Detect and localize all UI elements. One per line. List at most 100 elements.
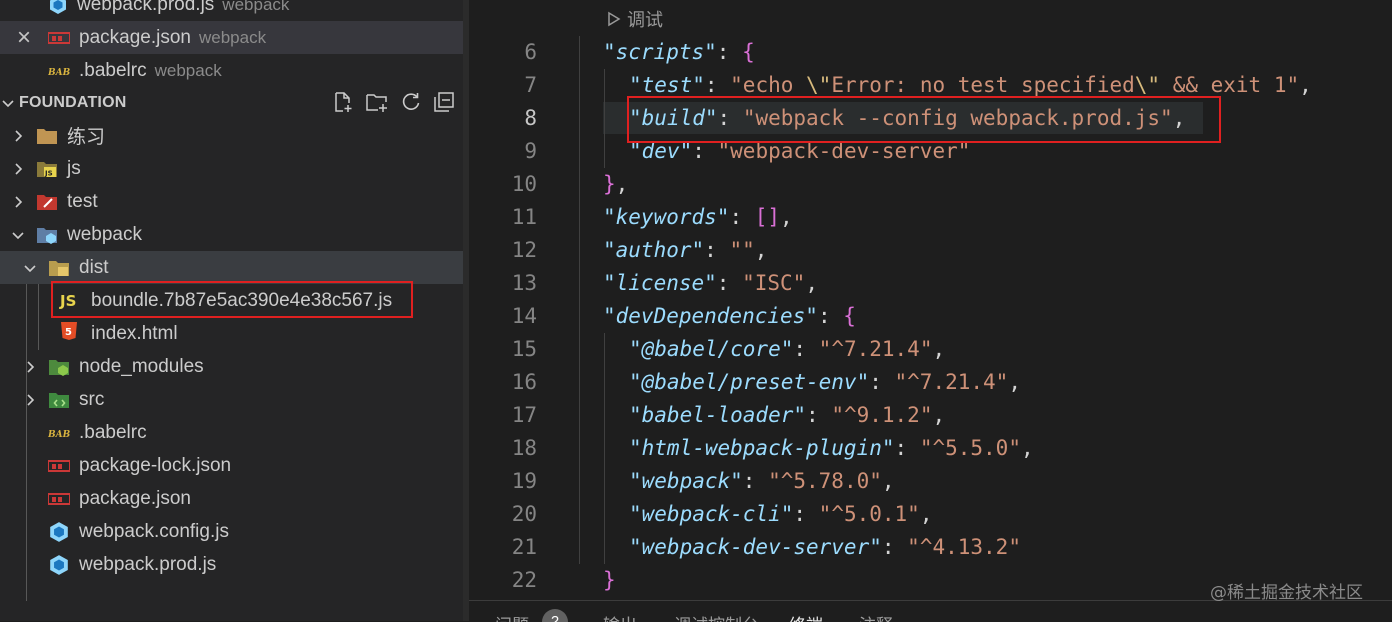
code-line: "devDependencies": { bbox=[603, 300, 856, 333]
code-line: "keywords": [], bbox=[603, 201, 793, 234]
code-token: : bbox=[806, 403, 832, 427]
html-file-icon: 5 bbox=[60, 321, 82, 347]
code-token: "@babel/preset-env" bbox=[629, 370, 870, 394]
line-number: 21 bbox=[511, 535, 537, 559]
test-folder-icon bbox=[37, 194, 57, 210]
refresh-icon[interactable] bbox=[400, 91, 422, 113]
tree-item-js[interactable]: JS js bbox=[0, 152, 463, 185]
line-number: 10 bbox=[511, 172, 537, 196]
line-number: 19 bbox=[511, 469, 537, 493]
codelens-debug[interactable]: 调试 bbox=[607, 4, 663, 34]
collapse-all-icon[interactable] bbox=[433, 91, 455, 113]
chevron-down-icon bbox=[24, 264, 36, 272]
tree-item-label: node_modules bbox=[79, 355, 204, 377]
code-line: "scripts": { bbox=[603, 36, 755, 69]
tree-item-dist[interactable]: dist bbox=[0, 251, 463, 284]
tree-item-test[interactable]: test bbox=[0, 185, 463, 218]
code-line: } bbox=[603, 564, 616, 597]
annotation-box-bundle bbox=[51, 281, 413, 318]
tree-item-babelrc[interactable]: BABEL .babelrc bbox=[0, 416, 463, 449]
chevron-down-icon bbox=[2, 100, 14, 108]
tree-item-index-html[interactable]: 5 index.html bbox=[0, 317, 463, 350]
code-token: "^7.21.4" bbox=[818, 337, 933, 361]
code-token: , bbox=[932, 403, 946, 427]
code-token: "devDependencies" bbox=[603, 304, 818, 328]
explorer-actions bbox=[332, 91, 455, 113]
code-token: "^7.21.4" bbox=[894, 370, 1009, 394]
line-number: 13 bbox=[511, 271, 537, 295]
babel-file-icon: BABEL bbox=[48, 430, 70, 440]
js-folder-icon: JS bbox=[37, 161, 57, 177]
code-token: , bbox=[1299, 73, 1312, 97]
problems-count-badge: 2 bbox=[542, 609, 568, 622]
tree-item-webpack[interactable]: webpack bbox=[0, 218, 463, 251]
code-token: { bbox=[843, 304, 856, 328]
webpack-file-icon bbox=[50, 554, 68, 575]
code-line: "webpack-cli": "^5.0.1", bbox=[629, 498, 932, 531]
workspace-header[interactable]: FOUNDATION bbox=[0, 87, 463, 119]
tree-item-node-modules[interactable]: node_modules bbox=[0, 350, 463, 383]
code-token: : bbox=[704, 238, 730, 262]
code-token: "echo bbox=[730, 73, 807, 97]
code-token: "license" bbox=[603, 271, 717, 295]
tree-item-label: dist bbox=[79, 256, 109, 278]
code-line: "babel-loader": "^9.1.2", bbox=[629, 399, 945, 432]
tree-item-label: webpack.prod.js bbox=[79, 553, 217, 575]
code-token: "" bbox=[729, 238, 755, 262]
play-icon bbox=[608, 11, 621, 27]
tree-item-练习[interactable]: 练习 bbox=[0, 119, 463, 152]
svg-text:BABEL: BABEL bbox=[48, 68, 70, 78]
code-token: "author" bbox=[603, 238, 705, 262]
tree-item-webpack-config-js[interactable]: webpack.config.js bbox=[0, 515, 463, 548]
tree-item-package-lock-json[interactable]: package-lock.json bbox=[0, 449, 463, 482]
panel-tab-problems[interactable]: 问题 bbox=[495, 611, 529, 622]
chevron-right-icon bbox=[15, 162, 23, 175]
code-token: Error: no test specified bbox=[831, 73, 1135, 97]
code-token: : bbox=[716, 271, 743, 295]
line-number: 17 bbox=[511, 403, 537, 427]
code-token: , bbox=[615, 172, 629, 196]
close-icon[interactable]: × bbox=[0, 24, 48, 52]
line-number: 22 bbox=[511, 568, 537, 592]
panel-tab-output[interactable]: 输出 bbox=[603, 611, 637, 622]
code-token: "@babel/core" bbox=[629, 337, 794, 361]
panel-tab-terminal[interactable]: 终端 bbox=[789, 611, 823, 622]
codelens-label: 调试 bbox=[627, 10, 663, 30]
chevron-right-icon bbox=[27, 393, 35, 406]
code-token: , bbox=[1020, 436, 1034, 460]
code-token: , bbox=[754, 238, 768, 262]
tree-item-webpack-prod-js[interactable]: webpack.prod.js bbox=[0, 548, 463, 581]
code-token: "test" bbox=[629, 73, 705, 97]
code-token: "html-webpack-plugin" bbox=[629, 436, 895, 460]
code-token: : bbox=[704, 73, 731, 97]
line-number: 7 bbox=[524, 73, 537, 97]
code-token: "webpack-dev-server" bbox=[629, 535, 882, 559]
webpack-file-icon bbox=[50, 0, 66, 14]
node-folder-icon bbox=[49, 359, 69, 376]
code-editor[interactable]: 调试 "scripts": { "test": "echo \"Error: no… bbox=[469, 0, 1392, 600]
chevron-right-icon bbox=[15, 195, 23, 208]
code-token: , bbox=[932, 337, 946, 361]
tree-item-label: 练习 bbox=[67, 127, 106, 148]
panel-tab-comments[interactable]: 注释 bbox=[859, 611, 893, 622]
panel-tab-debug-console[interactable]: 调试控制台 bbox=[674, 611, 759, 622]
code-token: "^5.78.0" bbox=[768, 469, 882, 493]
indent-guide bbox=[604, 69, 605, 168]
tree-item-src[interactable]: src bbox=[0, 383, 463, 416]
open-editor-babelrc[interactable]: BABEL .babelrc webpack bbox=[0, 54, 463, 87]
open-editor-package-json[interactable]: × package.json webpack bbox=[0, 21, 463, 54]
tree-item-label: test bbox=[67, 190, 98, 212]
open-editor-webpack-prod[interactable]: webpack.prod.js webpack bbox=[0, 0, 463, 21]
tree-item-package-json[interactable]: package.json bbox=[0, 482, 463, 515]
code-token: : bbox=[729, 205, 755, 229]
dist-folder-icon bbox=[49, 260, 69, 276]
code-token: : bbox=[869, 370, 895, 394]
code-token: , bbox=[919, 502, 933, 526]
code-token: \" bbox=[1134, 73, 1161, 97]
src-folder-icon bbox=[49, 392, 69, 408]
open-editor-label: package.json bbox=[79, 26, 191, 48]
new-folder-icon[interactable] bbox=[365, 91, 389, 113]
code-token: "^9.1.2" bbox=[831, 403, 933, 427]
new-file-icon[interactable] bbox=[332, 91, 354, 113]
code-line: "license": "ISC", bbox=[603, 267, 818, 300]
